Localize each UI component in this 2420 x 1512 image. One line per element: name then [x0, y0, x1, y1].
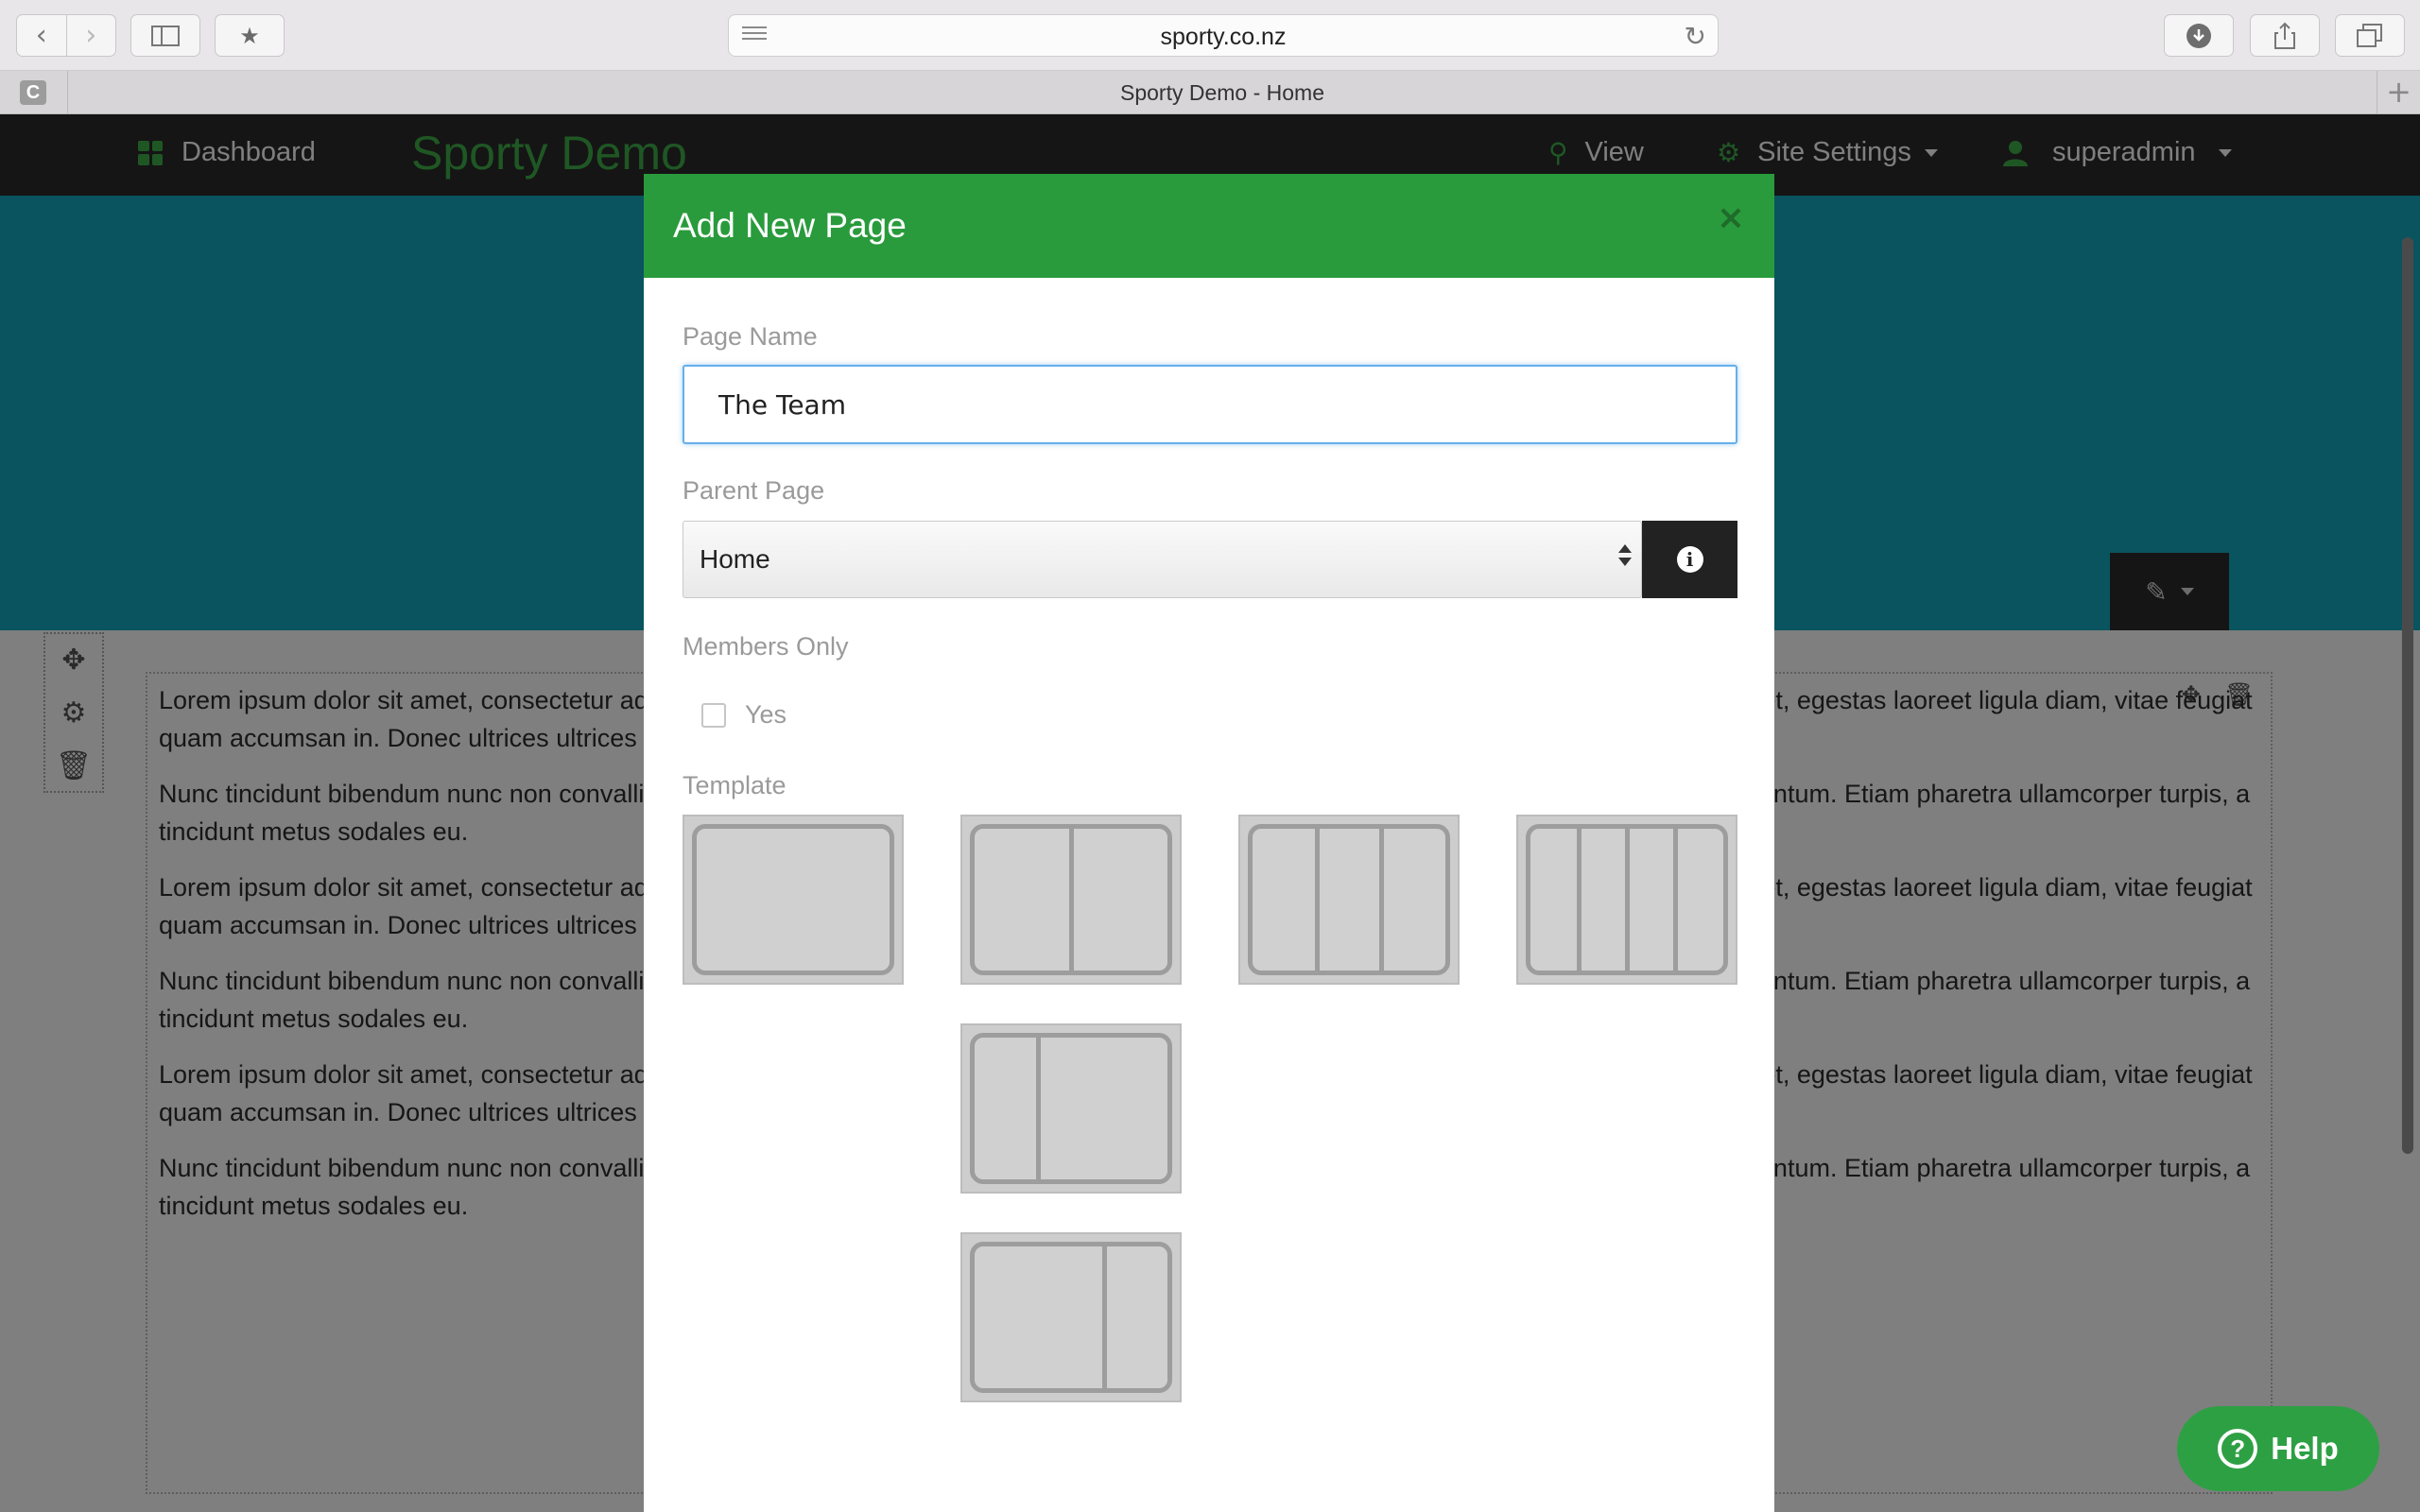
- info-icon: i: [1676, 546, 1703, 573]
- pinned-tab-favicon: C: [20, 80, 46, 105]
- history-nav: ‹ ›: [16, 14, 116, 57]
- members-only-option-label[interactable]: Yes: [745, 700, 786, 730]
- parent-page-info-button[interactable]: i: [1642, 521, 1737, 598]
- tabs-overview-button[interactable]: [2335, 14, 2405, 57]
- tabs-icon: [2357, 23, 2382, 47]
- sidebar-toggle-button[interactable]: [130, 14, 200, 57]
- page-name-label: Page Name: [683, 322, 818, 351]
- template-left-sidebar[interactable]: [960, 1023, 1182, 1194]
- add-page-modal: Add New Page × Page Name Parent Page Hom…: [644, 174, 1774, 1512]
- url-text: sporty.co.nz: [1160, 24, 1287, 50]
- sidebar-icon: [151, 25, 180, 46]
- template-label: Template: [683, 771, 786, 799]
- template-four-columns[interactable]: [1516, 815, 1737, 985]
- parent-page-select[interactable]: Home: [683, 521, 1642, 598]
- address-bar[interactable]: sporty.co.nz ↻: [728, 14, 1719, 57]
- help-question-icon: ?: [2218, 1429, 2258, 1469]
- page-name-input[interactable]: [683, 365, 1737, 444]
- template-right-sidebar[interactable]: [960, 1232, 1182, 1402]
- downloads-button[interactable]: [2164, 14, 2234, 57]
- modal-header: Add New Page ×: [644, 174, 1774, 278]
- share-button[interactable]: [2250, 14, 2320, 57]
- star-icon: ★: [239, 22, 260, 49]
- template-three-columns[interactable]: [1238, 815, 1460, 985]
- layout-3-col-icon: [1248, 824, 1450, 975]
- modal-title: Add New Page: [673, 206, 907, 245]
- forward-icon[interactable]: ›: [65, 15, 116, 56]
- help-label: Help: [2271, 1431, 2339, 1466]
- browser-toolbar: ‹ › ★ sporty.co.nz ↻: [0, 0, 2420, 71]
- tab-bar: C Sporty Demo - Home +: [0, 71, 2420, 114]
- members-only-label: Members Only: [683, 632, 849, 661]
- new-tab-button[interactable]: +: [2377, 71, 2420, 113]
- pinned-tab[interactable]: C: [0, 71, 68, 113]
- template-single-column[interactable]: [683, 815, 904, 985]
- layout-1-col-icon: [692, 824, 894, 975]
- download-icon: [2187, 23, 2211, 48]
- reload-icon[interactable]: ↻: [1685, 21, 1706, 52]
- members-only-checkbox[interactable]: [701, 703, 726, 728]
- parent-page-value: Home: [700, 544, 770, 574]
- help-button[interactable]: ? Help: [2177, 1406, 2379, 1491]
- close-icon[interactable]: ×: [1717, 198, 1745, 237]
- select-arrows-icon: [1618, 544, 1632, 566]
- tab-title[interactable]: Sporty Demo - Home: [68, 80, 2377, 106]
- parent-page-label: Parent Page: [683, 476, 825, 505]
- bookmarks-button[interactable]: ★: [215, 14, 285, 57]
- layout-right-sidebar-icon: [970, 1242, 1172, 1393]
- layout-2-col-icon: [970, 824, 1172, 975]
- share-icon: [2274, 22, 2295, 49]
- layout-left-sidebar-icon: [970, 1033, 1172, 1184]
- layout-4-col-icon: [1526, 824, 1728, 975]
- back-icon[interactable]: ‹: [17, 15, 66, 56]
- page-scrollbar[interactable]: [2402, 114, 2414, 1163]
- template-two-columns[interactable]: [960, 815, 1182, 985]
